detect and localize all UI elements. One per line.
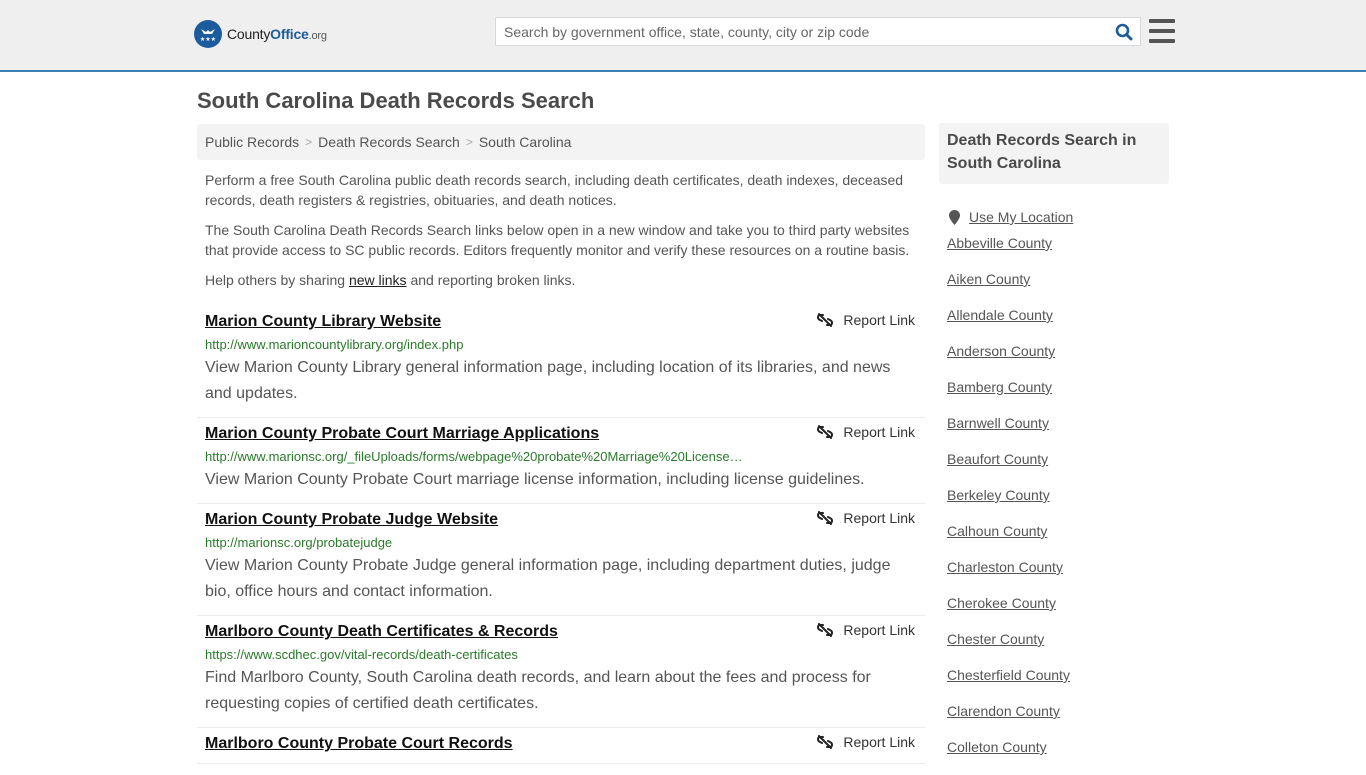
result-description: View Marion County Probate Judge general… <box>205 557 891 600</box>
search-input[interactable] <box>496 18 1108 45</box>
county-link[interactable]: Anderson County <box>947 343 1055 359</box>
report-link-button[interactable]: Report Link <box>817 510 915 526</box>
county-link[interactable]: Chester County <box>947 631 1044 647</box>
result-item: Marion County Library Website Report Link… <box>197 306 925 418</box>
menu-bar <box>1149 29 1175 33</box>
result-title-link[interactable]: Marion County Probate Court Marriage App… <box>205 425 599 443</box>
result-title-link[interactable]: Marion County Probate Judge Website <box>205 511 498 529</box>
county-link[interactable]: Beaufort County <box>947 451 1048 467</box>
result-title-link[interactable]: Marion County Library Website <box>205 313 441 331</box>
menu-bar <box>1149 19 1175 23</box>
sidebar-county-item: Abbeville County <box>947 235 1169 271</box>
help-text: and reporting broken links. <box>406 272 576 288</box>
county-link[interactable]: Clarendon County <box>947 703 1060 719</box>
sidebar-county-item: Beaufort County <box>947 451 1169 487</box>
search-button[interactable] <box>1108 18 1140 45</box>
svg-text:★★★: ★★★ <box>200 36 216 43</box>
sidebar-county-item: Colleton County <box>947 739 1169 775</box>
page-title: South Carolina Death Records Search <box>197 88 595 113</box>
result-url: http://www.marioncountylibrary.org/index… <box>205 337 464 352</box>
site-logo[interactable]: ★★★ CountyOffice.org <box>194 20 327 48</box>
sidebar-county-item: Chesterfield County <box>947 667 1169 703</box>
result-description: View Marion County Probate Court marriag… <box>205 471 865 488</box>
sidebar-county-item: Berkeley County <box>947 487 1169 523</box>
map-pin-icon <box>949 209 960 225</box>
sidebar-county-item: Aiken County <box>947 271 1169 307</box>
sidebar-county-item: Clarendon County <box>947 703 1169 739</box>
search-icon <box>1115 23 1133 40</box>
sidebar-heading: Death Records Search in South Carolina <box>939 123 1169 184</box>
site-header: ★★★ CountyOffice.org <box>0 0 1366 72</box>
county-link[interactable]: Bamberg County <box>947 379 1052 395</box>
broken-link-icon <box>817 425 834 439</box>
result-url: https://www.scdhec.gov/vital-records/dea… <box>205 647 518 662</box>
breadcrumb-separator: > <box>305 135 313 149</box>
breadcrumb-public-records[interactable]: Public Records <box>205 134 299 150</box>
county-link[interactable]: Barnwell County <box>947 415 1049 431</box>
sidebar-county-item: Cherokee County <box>947 595 1169 631</box>
result-description: View Marion County Library general infor… <box>205 359 891 402</box>
use-my-location[interactable]: Use My Location <box>947 199 1169 235</box>
breadcrumb-south-carolina[interactable]: South Carolina <box>479 134 572 150</box>
sidebar-county-item: Barnwell County <box>947 415 1169 451</box>
sidebar-county-item: Chester County <box>947 631 1169 667</box>
intro-paragraph: Perform a free South Carolina public dea… <box>205 172 904 208</box>
result-item: Marion County Probate Judge Website Repor… <box>197 504 925 616</box>
broken-link-icon <box>817 623 834 637</box>
use-my-location-link[interactable]: Use My Location <box>969 209 1073 225</box>
results-list: Marion County Library Website Report Link… <box>197 306 925 764</box>
county-link[interactable]: Allendale County <box>947 307 1053 323</box>
logo-wordmark: CountyOffice.org <box>227 26 327 42</box>
report-link-button[interactable]: Report Link <box>817 734 915 750</box>
eagle-stars-logo-icon: ★★★ <box>194 20 222 48</box>
sidebar-county-item: Calhoun County <box>947 523 1169 559</box>
broken-link-icon <box>817 511 834 525</box>
county-link[interactable]: Charleston County <box>947 559 1063 575</box>
intro-help-paragraph: Help others by sharing new links and rep… <box>205 270 920 290</box>
result-title-link[interactable]: Marlboro County Probate Court Records <box>205 735 513 753</box>
county-link[interactable]: Berkeley County <box>947 487 1050 503</box>
broken-link-icon <box>817 313 834 327</box>
sidebar-county-item: Anderson County <box>947 343 1169 379</box>
sidebar-county-item: Bamberg County <box>947 379 1169 415</box>
sidebar: Death Records Search in South Carolina U… <box>939 123 1169 775</box>
result-item: Marion County Probate Court Marriage App… <box>197 418 925 504</box>
sidebar-county-item: Charleston County <box>947 559 1169 595</box>
county-link[interactable]: Aiken County <box>947 271 1030 287</box>
result-item: Marlboro County Death Certificates & Rec… <box>197 616 925 728</box>
report-link-button[interactable]: Report Link <box>817 312 915 328</box>
county-link[interactable]: Abbeville County <box>947 235 1052 251</box>
breadcrumb-separator: > <box>465 135 473 149</box>
breadcrumb: Public Records > Death Records Search > … <box>197 124 925 160</box>
menu-bar <box>1149 39 1175 43</box>
result-title-link[interactable]: Marlboro County Death Certificates & Rec… <box>205 623 558 641</box>
report-link-button[interactable]: Report Link <box>817 622 915 638</box>
broken-link-icon <box>817 735 834 749</box>
result-item: Marlboro County Probate Court Records Rep… <box>197 728 925 764</box>
county-link[interactable]: Colleton County <box>947 739 1047 755</box>
report-link-button[interactable]: Report Link <box>817 424 915 440</box>
county-link[interactable]: Chesterfield County <box>947 667 1070 683</box>
intro-paragraph: The South Carolina Death Records Search … <box>205 222 910 258</box>
result-description: Find Marlboro County, South Carolina dea… <box>205 669 871 712</box>
report-link-label: Report Link <box>843 424 915 440</box>
new-links-link[interactable]: new links <box>349 272 407 288</box>
county-list: Use My Location Abbeville County Aiken Co… <box>939 199 1169 775</box>
sidebar-county-item: Allendale County <box>947 307 1169 343</box>
result-url: http://www.marionsc.org/_fileUploads/for… <box>205 449 743 464</box>
site-search <box>495 17 1141 46</box>
county-link[interactable]: Calhoun County <box>947 523 1047 539</box>
report-link-label: Report Link <box>843 510 915 526</box>
intro-text: Perform a free South Carolina public dea… <box>205 170 920 300</box>
hamburger-menu-icon[interactable] <box>1149 19 1175 43</box>
help-text: Help others by sharing <box>205 272 349 288</box>
county-link[interactable]: Cherokee County <box>947 595 1056 611</box>
report-link-label: Report Link <box>843 622 915 638</box>
result-url: http://marionsc.org/probatejudge <box>205 535 393 550</box>
report-link-label: Report Link <box>843 312 915 328</box>
report-link-label: Report Link <box>843 734 915 750</box>
breadcrumb-death-records-search[interactable]: Death Records Search <box>318 134 460 150</box>
